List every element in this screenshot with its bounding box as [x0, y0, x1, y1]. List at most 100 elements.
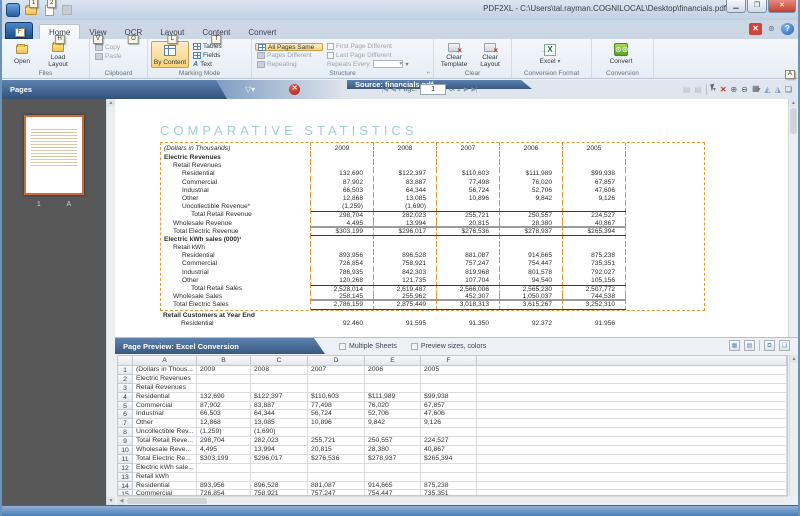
sheet-corner-cell[interactable]	[118, 356, 133, 366]
sheet-cell[interactable]	[308, 463, 365, 473]
scrollbar-thumb[interactable]	[790, 108, 797, 134]
sheet-cell[interactable]: 87,902	[197, 401, 251, 411]
row-number[interactable]: 4	[118, 392, 133, 402]
sheet-cell[interactable]: 20,815	[308, 446, 365, 455]
sheet-cell[interactable]	[251, 472, 308, 482]
tab-layout[interactable]: Layout L	[151, 25, 193, 44]
app-icon[interactable]	[6, 3, 20, 17]
sheet-vertical-scrollbar[interactable]: ▲	[789, 355, 798, 496]
sheet-cell[interactable]: Residential	[133, 392, 197, 402]
sheet-cell[interactable]: Electric kWh sale...	[133, 463, 197, 473]
sheet-cell[interactable]: Total Electric Re...	[133, 454, 197, 464]
zoom-in-icon[interactable]: ⊕	[731, 84, 738, 96]
sheet-cell[interactable]: Commercial	[133, 401, 197, 411]
first-page-different-checkbox[interactable]: First Page Different	[325, 43, 429, 51]
zoom-fit-icon[interactable]: ▦▾	[752, 83, 761, 96]
first-page-icon[interactable]: |◀	[382, 86, 388, 93]
sheet-cell[interactable]: $110,603	[308, 392, 365, 402]
qat-open-button[interactable]: 1	[23, 0, 39, 17]
sheet-cell[interactable]	[365, 428, 421, 438]
sheet-cell[interactable]: 298,704	[197, 437, 251, 447]
preview-toggle-icon[interactable]: ❏	[785, 84, 792, 96]
row-number[interactable]: 9	[118, 437, 133, 447]
scroll-left-icon[interactable]: ◀	[117, 497, 126, 505]
sheet-cell[interactable]: 224,527	[421, 437, 477, 447]
gear-icon[interactable]: ⊛	[765, 23, 778, 35]
select-cursor-icon[interactable]: ▾	[710, 83, 716, 96]
minimize-button[interactable]: ▁	[726, 0, 746, 13]
sheet-cell[interactable]	[308, 383, 365, 393]
clear-layout-button[interactable]: Clear Layout	[473, 41, 507, 68]
qat-save-button[interactable]	[59, 3, 75, 17]
column-header-E[interactable]: E	[365, 356, 421, 366]
scroll-down-icon[interactable]: ▼	[107, 497, 115, 505]
sheet-cell[interactable]: 881,087	[308, 481, 365, 491]
sheet-cell[interactable]: 2006	[365, 366, 421, 375]
sheet-cell[interactable]	[421, 383, 477, 393]
close-button[interactable]: ✕	[768, 0, 796, 13]
close-document-icon[interactable]: ✕	[749, 23, 762, 35]
last-page-icon[interactable]: ▶|	[471, 86, 477, 93]
column-header-C[interactable]: C	[251, 356, 308, 366]
sheet-cell[interactable]: 10,896	[308, 419, 365, 429]
sheet-cell[interactable]: 83,887	[251, 401, 308, 411]
pages-different-button[interactable]: Pages Different	[255, 52, 323, 60]
pages-scrollbar[interactable]: ▲ ▼	[106, 99, 115, 505]
repeating-button[interactable]: Repeating	[255, 60, 323, 69]
scroll-up-icon[interactable]: ▲	[789, 99, 798, 107]
popout-window-icon[interactable]: ❏	[779, 340, 790, 351]
excel-preview-sheet[interactable]: A B C D E F 1 (Dollars in Thous... 2009 2008 2007 2…	[117, 355, 788, 496]
sheet-cell[interactable]	[197, 463, 251, 473]
tables-button[interactable]: Tables	[191, 43, 224, 51]
sheet-cell[interactable]: Total Retail Reve...	[133, 437, 197, 447]
sheet-cell[interactable]: Electric Revenues	[133, 374, 197, 384]
sheet-cell[interactable]	[365, 463, 421, 473]
sheet-cell[interactable]	[308, 374, 365, 384]
rotate-right-icon[interactable]: ◮	[775, 84, 781, 96]
row-number[interactable]: 5	[118, 401, 133, 411]
tab-home[interactable]: Home H	[39, 24, 81, 44]
sheet-cell[interactable]: 9,126	[421, 419, 477, 429]
sheet-cell[interactable]: 47,606	[421, 410, 477, 420]
preview-tab[interactable]: Page Preview: Excel Conversion	[115, 338, 325, 354]
row-number[interactable]: 10	[118, 446, 133, 455]
sheet-cell[interactable]: 56,724	[308, 410, 365, 420]
sheet-cell[interactable]	[365, 383, 421, 393]
copy-button[interactable]: Copy	[93, 43, 124, 51]
pages-close-icon[interactable]: ✕	[289, 84, 301, 95]
scrollbar-thumb[interactable]	[127, 498, 207, 504]
sheet-cell[interactable]: 132,690	[197, 392, 251, 402]
sheet-cell[interactable]: 13,085	[251, 419, 308, 429]
sheet-cell[interactable]: 255,721	[308, 437, 365, 447]
clear-template-button[interactable]: Clear Template	[437, 41, 471, 68]
row-number[interactable]: 12	[118, 463, 133, 473]
sheet-cell[interactable]: (1,259)	[197, 428, 251, 438]
document-viewport[interactable]: COMPARATIVE STATISTICS (Dollars in Thous…	[115, 99, 788, 337]
row-number[interactable]: 11	[118, 454, 133, 464]
sheet-cell[interactable]	[197, 374, 251, 384]
sheet-cell[interactable]	[421, 472, 477, 482]
sheet-cell[interactable]	[421, 463, 477, 473]
row-number[interactable]: 8	[118, 428, 133, 438]
marked-table-region[interactable]: (Dollars in Thousands) 2009 2008 2007 2006 20…	[160, 142, 705, 311]
page-thumbnail[interactable]	[24, 115, 84, 195]
row-number[interactable]: 2	[118, 374, 133, 384]
excel-button[interactable]: X Excel ▾	[515, 41, 585, 68]
prev-marking-icon[interactable]: ▤	[683, 84, 691, 96]
sheet-cell[interactable]	[251, 383, 308, 393]
row-number[interactable]: 7	[118, 419, 133, 429]
tab-convert[interactable]: Convert	[239, 25, 285, 39]
column-header-F[interactable]: F	[421, 356, 477, 366]
sheet-cell[interactable]	[251, 463, 308, 473]
sheet-cell[interactable]: $303,199	[197, 454, 251, 464]
open-button[interactable]: Open	[5, 41, 39, 68]
sheet-cell[interactable]: 12,868	[197, 419, 251, 429]
sheet-cell[interactable]: $122,397	[251, 392, 308, 402]
paste-button[interactable]: Paste	[93, 52, 124, 60]
sheet-cell[interactable]	[421, 374, 477, 384]
sheet-cell[interactable]: $296,017	[251, 454, 308, 464]
sheet-cell[interactable]: 64,344	[251, 410, 308, 420]
row-number[interactable]: 6	[118, 410, 133, 420]
column-header-D[interactable]: D	[308, 356, 365, 366]
convert-button[interactable]: ⊛⊛ Convert	[595, 41, 647, 68]
